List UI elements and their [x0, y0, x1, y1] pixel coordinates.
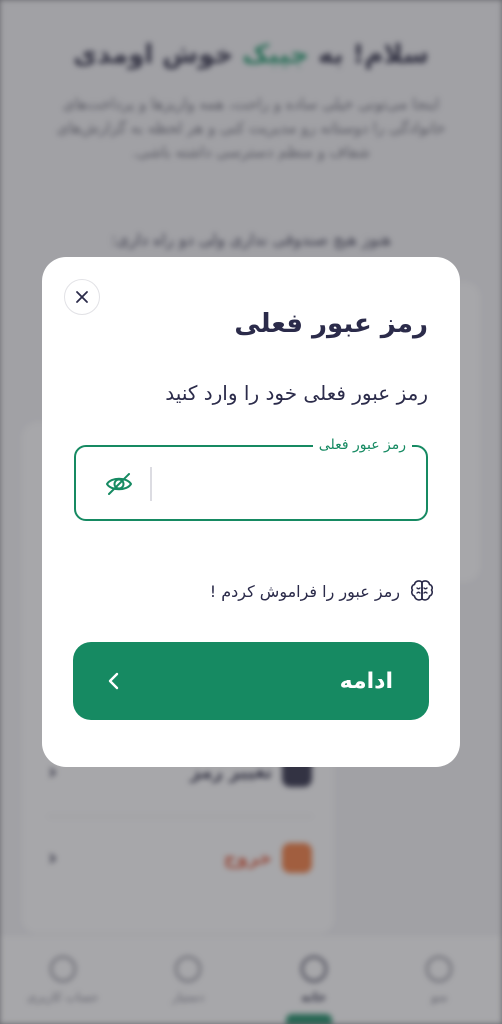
chevron-left-icon: [105, 670, 123, 692]
continue-button[interactable]: ادامه: [73, 642, 429, 720]
password-modal: رمز عبور فعلی رمز عبور فعلی خود را وارد …: [42, 257, 460, 767]
current-password-field: رمز عبور فعلی: [74, 434, 428, 521]
continue-button-label: ادامه: [339, 668, 393, 694]
modal-subtitle: رمز عبور فعلی خود را وارد کنید: [165, 381, 428, 405]
close-icon: [76, 291, 88, 303]
current-password-input[interactable]: [152, 461, 412, 505]
brain-icon: [411, 580, 433, 601]
forgot-password-text: رمز عبور را فراموش کردم !: [209, 581, 400, 601]
field-divider: [150, 467, 152, 501]
current-password-label: رمز عبور فعلی: [312, 434, 412, 456]
toggle-visibility-button[interactable]: [102, 467, 136, 501]
eye-off-icon: [106, 473, 132, 495]
modal-title: رمز عبور فعلی: [234, 309, 428, 339]
close-button[interactable]: [64, 279, 100, 315]
forgot-password-link[interactable]: رمز عبور را فراموش کردم !: [210, 577, 436, 605]
